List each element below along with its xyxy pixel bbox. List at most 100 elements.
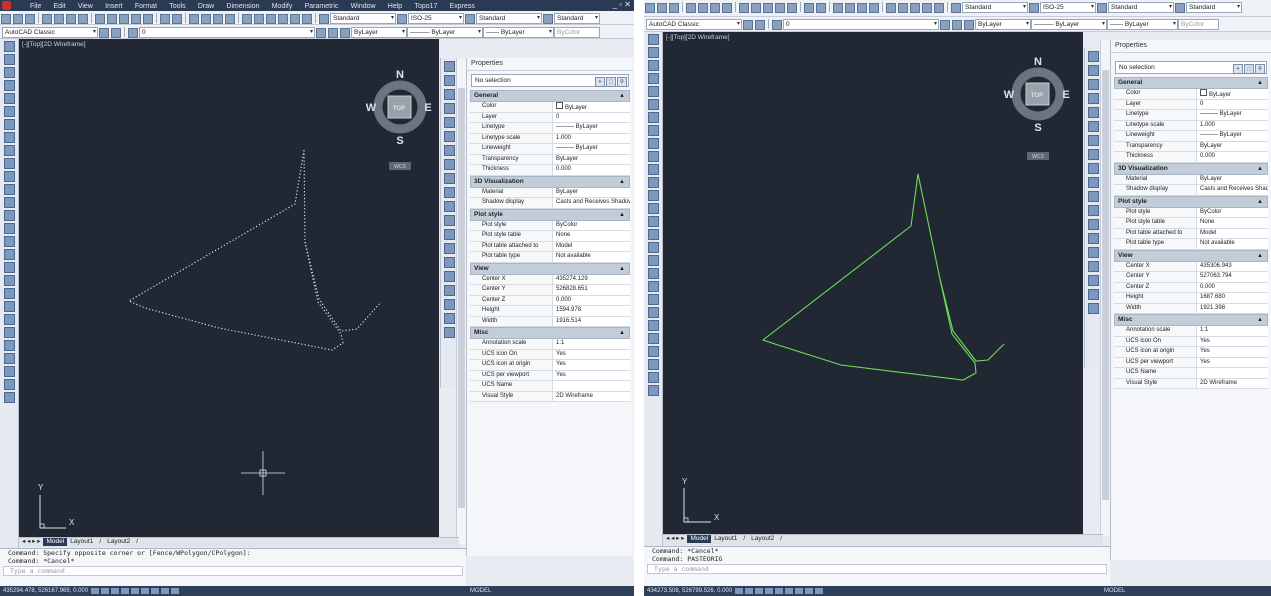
make-block-icon[interactable] — [4, 197, 15, 208]
arc-icon[interactable] — [648, 99, 659, 110]
prop-row[interactable]: Center Z 0.000 — [1114, 282, 1268, 293]
dim-ordinate-icon[interactable] — [444, 103, 455, 114]
array-icon[interactable] — [4, 340, 15, 351]
dim-jogged-icon[interactable] — [1088, 121, 1099, 132]
dim-ordinate-icon[interactable] — [1088, 93, 1099, 104]
save-icon[interactable] — [25, 14, 35, 24]
dim-diameter-icon[interactable] — [1088, 135, 1099, 146]
workspace-icon[interactable] — [755, 20, 765, 30]
grid-icon[interactable] — [100, 588, 109, 594]
circle-icon[interactable] — [648, 112, 659, 123]
construction-line-icon[interactable] — [4, 54, 15, 65]
tool-palettes-icon[interactable] — [266, 14, 276, 24]
prop-row[interactable]: Center Y 527063.794 — [1114, 272, 1268, 283]
new-icon[interactable] — [1, 14, 11, 24]
prop-row[interactable]: Material ByLayer — [470, 187, 630, 198]
gradient-icon[interactable] — [4, 236, 15, 247]
properties-icon[interactable] — [242, 14, 252, 24]
prop-row[interactable]: Lineweight ——— ByLayer — [470, 144, 630, 155]
dim-arc-icon[interactable] — [1088, 79, 1099, 90]
rectangle-icon[interactable] — [648, 86, 659, 97]
model-space-indicator[interactable]: MODEL — [1104, 586, 1125, 596]
dim-radius-icon[interactable] — [444, 117, 455, 128]
menu-insert[interactable]: Insert — [105, 3, 123, 10]
pan-icon[interactable] — [189, 14, 199, 24]
move-icon[interactable] — [648, 346, 659, 357]
center-mark-icon[interactable] — [444, 257, 455, 268]
polar-icon[interactable] — [764, 588, 773, 594]
menu-file[interactable]: File — [30, 3, 41, 10]
lineweight-combo[interactable]: —— ByLayer ▾ — [1107, 19, 1178, 30]
prop-row[interactable]: Linetype ——— ByLayer — [1114, 110, 1268, 121]
dim-angular-icon[interactable] — [1088, 149, 1099, 160]
mleader-style-icon[interactable] — [543, 14, 553, 24]
erase-icon[interactable] — [648, 281, 659, 292]
ellipse-icon[interactable] — [4, 158, 15, 169]
menu-tools[interactable]: Tools — [169, 3, 185, 10]
prop-row[interactable]: Center X 435274.129 — [470, 274, 630, 285]
rotate-icon[interactable] — [648, 359, 659, 370]
menu-parametric[interactable]: Parametric — [305, 3, 339, 10]
menu-modify[interactable]: Modify — [272, 3, 293, 10]
undo-icon[interactable] — [160, 14, 170, 24]
dim-style-icon[interactable] — [397, 14, 407, 24]
prop-row[interactable]: Annotation scale 1:1 — [470, 339, 630, 350]
menu-draw[interactable]: Draw — [198, 3, 214, 10]
block-icon[interactable] — [787, 3, 797, 13]
workspace-icon[interactable] — [111, 28, 121, 38]
lineweight-combo[interactable]: —— ByLayer ▾ — [483, 27, 554, 38]
arc-icon[interactable] — [4, 106, 15, 117]
polygon-icon[interactable] — [648, 73, 659, 84]
prop-row[interactable]: Lineweight ——— ByLayer — [1114, 131, 1268, 142]
layer-previous-icon[interactable] — [952, 20, 962, 30]
open-icon[interactable] — [13, 14, 23, 24]
prop-row[interactable]: Plot style ByColor — [1114, 207, 1268, 218]
pan-icon[interactable] — [833, 3, 843, 13]
prop-row[interactable]: Center X 435306.943 — [1114, 261, 1268, 272]
stretch-icon[interactable] — [648, 385, 659, 396]
menu-format[interactable]: Format — [135, 3, 157, 10]
prop-row[interactable]: Plot style ByColor — [470, 220, 630, 231]
dim-continue-icon[interactable] — [444, 201, 455, 212]
selection-dropdown[interactable]: No selection + ⬚ ⚲ — [471, 74, 629, 87]
preview-icon[interactable] — [54, 14, 64, 24]
design-center-icon[interactable] — [898, 3, 908, 13]
prop-row[interactable]: Visual Style 2D Wireframe — [470, 391, 630, 402]
text-style-combo[interactable]: Standard ▾ — [962, 2, 1028, 13]
prop-row[interactable]: Center Y 526828.651 — [470, 285, 630, 296]
layer-combo[interactable]: 0 ▾ — [139, 27, 315, 38]
line-icon[interactable] — [648, 34, 659, 45]
prop-row[interactable]: Height 1687.680 — [1114, 293, 1268, 304]
spline-icon[interactable] — [648, 138, 659, 149]
dim-continue-icon[interactable] — [1088, 191, 1099, 202]
redo-icon[interactable] — [816, 3, 826, 13]
move-icon[interactable] — [4, 353, 15, 364]
stretch-icon[interactable] — [4, 392, 15, 403]
menu-dimension[interactable]: Dimension — [226, 3, 259, 10]
publish-icon[interactable] — [66, 14, 76, 24]
open-icon[interactable] — [657, 3, 667, 13]
dim-aligned-icon[interactable] — [1088, 65, 1099, 76]
tab-layout1[interactable]: Layout1 — [711, 535, 740, 543]
table-icon[interactable] — [648, 255, 659, 266]
point-icon[interactable] — [648, 203, 659, 214]
workspace-combo[interactable]: AutoCAD Classic ▾ — [2, 27, 98, 38]
hatch-icon[interactable] — [648, 216, 659, 227]
zoom-previous-icon[interactable] — [225, 14, 235, 24]
rotate-icon[interactable] — [4, 366, 15, 377]
command-input[interactable]: Type a command — [3, 566, 463, 576]
dim-space-icon[interactable] — [444, 215, 455, 226]
array-icon[interactable] — [648, 333, 659, 344]
app-menu-icon[interactable] — [2, 1, 11, 10]
ellipse-arc-icon[interactable] — [4, 171, 15, 182]
prop-row[interactable]: Thickness 0.000 — [470, 165, 630, 176]
paste-icon[interactable] — [763, 3, 773, 13]
layer-properties-icon[interactable] — [772, 20, 782, 30]
prop-row[interactable]: Center Z 0.000 — [470, 295, 630, 306]
color-combo[interactable]: ByLayer ▾ — [975, 19, 1031, 30]
zoom-window-icon[interactable] — [213, 14, 223, 24]
layer-combo[interactable]: 0 ▾ — [783, 19, 939, 30]
tab-layout2[interactable]: Layout2 — [104, 538, 133, 546]
3d-print-icon[interactable] — [722, 3, 732, 13]
workspace-settings-icon[interactable] — [743, 20, 753, 30]
